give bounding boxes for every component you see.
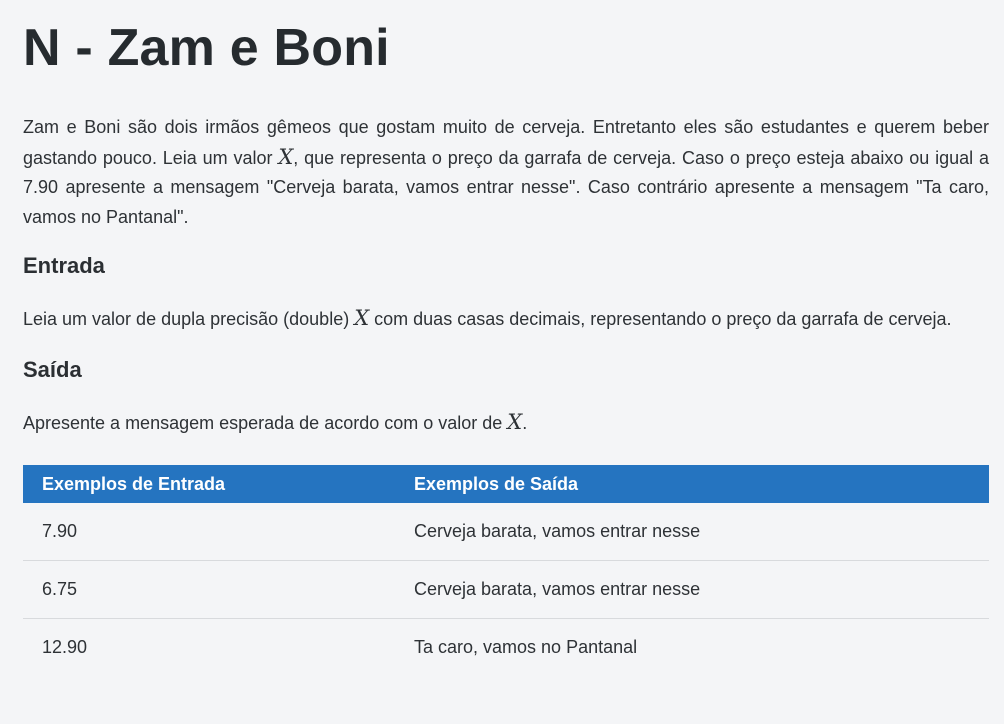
example-output-cell: Cerveja barata, vamos entrar nesse	[395, 560, 989, 619]
variable-x: X	[507, 409, 523, 434]
input-heading: Entrada	[23, 253, 105, 278]
variable-x: X	[278, 144, 294, 169]
example-input-cell: 12.90	[42, 637, 88, 657]
example-input-cell: 7.90	[23, 503, 395, 561]
output-description: Apresente a mensagem esperada de acordo …	[23, 408, 989, 439]
table-row: 7.90 Cerveja barata, vamos entrar nesse	[23, 503, 989, 561]
header-output-examples: Exemplos de Saída	[414, 473, 579, 494]
header-input-examples: Exemplos de Entrada	[42, 473, 226, 494]
table-row: 12.90 Ta caro, vamos no Pantanal	[23, 619, 989, 677]
input-description: Leia um valor de dupla precisão (double)…	[23, 304, 989, 335]
example-input-cell: 6.75	[23, 560, 395, 619]
example-output-cell: Cerveja barata, vamos entrar nesse	[395, 503, 989, 561]
problem-description: Zam e Boni são dois irmãos gêmeos que go…	[23, 113, 989, 232]
output-text-end: .	[522, 412, 528, 433]
input-text-end: com duas casas decimais, representando o…	[369, 309, 952, 329]
output-heading: Saída	[23, 356, 82, 382]
problem-page: N - Zam e Boni Zam e Boni são dois irmão…	[0, 0, 1004, 724]
examples-table: Exemplos de Entrada Exemplos de Saída 7.…	[23, 465, 989, 676]
output-text-start: Apresente a mensagem esperada de acordo …	[23, 412, 508, 433]
page-title: N - Zam e Boni	[23, 19, 390, 77]
table-row: 6.75 Cerveja barata, vamos entrar nesse	[23, 560, 989, 619]
variable-x: X	[354, 306, 370, 330]
examples-table-header: Exemplos de Entrada Exemplos de Saída	[23, 465, 989, 503]
example-output-cell: Ta caro, vamos no Pantanal	[414, 637, 638, 657]
input-text-start: Leia um valor de dupla precisão (double)	[23, 309, 355, 329]
